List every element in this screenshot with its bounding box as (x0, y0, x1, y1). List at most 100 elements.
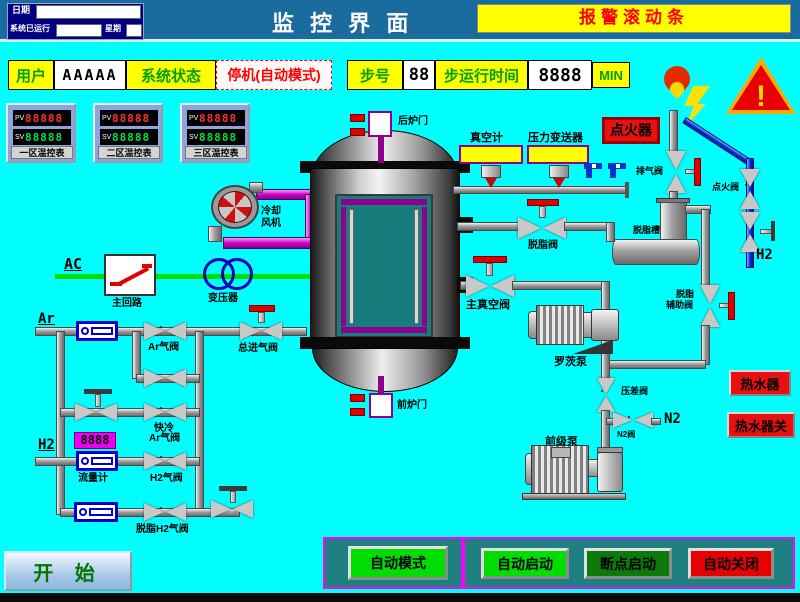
valve-body (740, 191, 760, 209)
alarm-banner-text: 报警滚动条 (579, 9, 689, 28)
aux-cross-pipe (606, 360, 706, 369)
fast-cool-ar-valve[interactable] (144, 403, 186, 421)
mid-riser-pipe (132, 331, 141, 379)
valve-body (613, 412, 632, 428)
aux-valve-label-2: 辅助阀 (666, 301, 693, 311)
n2-stub-pipe (651, 418, 661, 425)
degrease-valve[interactable] (518, 217, 566, 239)
valve-body (700, 285, 720, 304)
rear-door[interactable] (368, 111, 392, 137)
shape: ! (732, 65, 790, 110)
vacuum-gauge-display[interactable] (459, 145, 523, 164)
main-vacuum-valve[interactable] (466, 275, 514, 297)
date-label: 日期 (12, 6, 30, 16)
h2-flow-meter (76, 451, 118, 471)
breaker-contact (142, 264, 152, 268)
front-door[interactable] (369, 393, 393, 418)
indicator-lamp (350, 114, 365, 122)
step-time-label: 步运行时间 (435, 60, 528, 90)
fan-rotor (218, 191, 252, 223)
sv-value: 88888 (199, 131, 237, 144)
pv-display: PV88888 (187, 110, 245, 126)
step-time-unit: MIN (592, 62, 630, 88)
igniter-button[interactable]: 点火器 (602, 117, 660, 144)
user-label: 用户 (8, 60, 54, 90)
manual-valve-bottom[interactable] (211, 500, 253, 518)
degrease-pipe (457, 222, 519, 231)
ignition-pipe-diagonal (682, 117, 751, 165)
hot-water-off-button[interactable]: 热水器关 (727, 412, 795, 438)
valve-body (597, 378, 615, 394)
valve-actuator (160, 407, 162, 409)
ignition-manual-valve[interactable] (740, 212, 761, 252)
valve-body (144, 452, 164, 470)
start-button[interactable]: 开 始 (4, 551, 132, 591)
valve-actuator (160, 456, 162, 458)
ar-branch-valve[interactable] (144, 369, 186, 387)
controller-name: 三区温控表 (185, 146, 247, 159)
fast-cool-label-2: Ar气阀 (149, 433, 180, 444)
roots-pump-motor[interactable] (536, 305, 584, 345)
pressure-diff-valve-label: 压差阀 (621, 387, 648, 397)
controller-name: 二区温控表 (98, 146, 160, 159)
sv-value: 88888 (112, 131, 150, 144)
auto-mode-label: 自动模式 (370, 553, 426, 573)
sv-tag: SV (187, 134, 199, 141)
valve-body (740, 169, 760, 187)
auto-mode-button[interactable]: 自动模式 (348, 546, 448, 580)
pv-tag: PV (100, 115, 112, 122)
temp-controller-zone1[interactable]: PV88888 SV88888 一区温控表 (6, 103, 76, 163)
n2-valve[interactable] (613, 412, 653, 429)
pressure-transmitter-display[interactable] (527, 145, 589, 164)
pv-value: 88888 (199, 112, 237, 125)
hmi-screen: 日期 系统已运行 星期 监 控 界 面 报警滚动条 用户 AAAAA 系统状态 … (0, 0, 800, 602)
meter-bar (91, 327, 113, 335)
pipe-cap (625, 182, 629, 198)
ar-gas-valve[interactable] (144, 322, 186, 340)
shape (586, 168, 592, 178)
hot-water-on-button[interactable]: 热水器 (729, 370, 791, 396)
auto-start-button[interactable]: 自动启动 (481, 548, 569, 579)
temp-controller-zone2[interactable]: PV 88888 SV88888 二区温控表 (93, 103, 163, 163)
week-field (126, 24, 142, 37)
cooling-fan[interactable] (211, 185, 259, 229)
manual-valve-left[interactable] (75, 403, 117, 421)
main-intake-valve[interactable] (240, 322, 282, 340)
power-line (55, 274, 347, 279)
front-door-label: 前炉门 (397, 400, 427, 411)
degrease-h2-valve[interactable] (144, 503, 186, 521)
ignition-valve[interactable] (740, 169, 761, 209)
cooling-fan-label-1: 冷却 (261, 206, 281, 217)
valve-body (262, 322, 282, 340)
sv-display: SV88888 (187, 129, 245, 145)
meter-bar (89, 508, 113, 516)
temp-controller-zone3[interactable]: PV88888 SV88888 三区温控表 (180, 103, 250, 163)
main-circuit-breaker[interactable] (104, 254, 156, 296)
auto-close-button[interactable]: 自动关闭 (688, 548, 774, 579)
sensor-body (481, 165, 501, 178)
degrease-valve-handle (527, 199, 559, 206)
cooling-fan-label-2: 风机 (261, 218, 281, 229)
breakpoint-start-button[interactable]: 断点启动 (584, 548, 672, 579)
sv-tag: SV (100, 134, 112, 141)
valve-body (518, 217, 541, 239)
warning-triangle-icon: ! (726, 57, 796, 114)
valve-body (211, 500, 231, 518)
indicator-lamp (350, 394, 365, 402)
exhaust-valve[interactable] (666, 151, 687, 193)
sensor-tip (485, 178, 497, 188)
h2-gas-valve[interactable] (144, 452, 186, 470)
main-circuit-label: 主回路 (112, 298, 142, 309)
alarm-banner[interactable]: 报警滚动条 (477, 4, 791, 33)
sv-display: SV88888 (100, 129, 158, 145)
sv-display: SV88888 (13, 129, 71, 145)
flow-value: 8888 (81, 434, 110, 447)
aux-down-pipe (701, 325, 710, 365)
pressure-diff-valve[interactable] (597, 378, 616, 412)
week-label: 星期 (105, 25, 121, 34)
runtime-field (56, 24, 102, 37)
degrease-aux-valve[interactable] (700, 285, 721, 327)
transformer-icon (221, 258, 253, 290)
breaker-arm (119, 267, 149, 286)
h2-valve-label: H2气阀 (150, 473, 183, 484)
